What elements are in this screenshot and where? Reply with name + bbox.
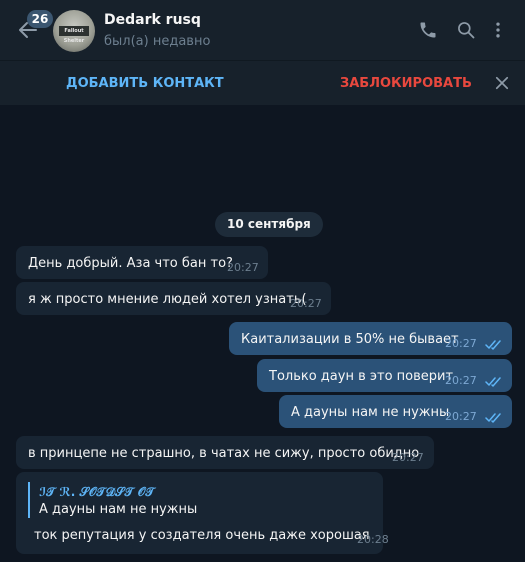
date-separator: 10 сентября: [215, 212, 323, 237]
contact-name[interactable]: Dedark rusq: [104, 12, 201, 28]
unread-count-badge: 26: [27, 10, 53, 28]
message-text: Каитализации в 50% не бывает: [241, 332, 459, 347]
more-vertical-icon[interactable]: [488, 20, 508, 40]
message-incoming[interactable]: в принцепе не страшно, в чатах не сижу, …: [16, 436, 434, 469]
message-text: ток репутация у создателя очень даже хор…: [34, 528, 370, 543]
quote-text: А дауны нам не нужны: [39, 502, 198, 517]
message-time: 20:27: [227, 261, 259, 274]
search-icon[interactable]: [456, 20, 476, 40]
message-time: 20:27: [445, 410, 477, 423]
message-outgoing[interactable]: Каитализации в 50% не бывает 20:27: [229, 322, 512, 355]
block-user-button[interactable]: ЗАБЛОКИРОВАТЬ: [340, 76, 472, 91]
contact-status: был(а) недавно: [104, 34, 211, 49]
double-check-icon: [485, 377, 501, 387]
message-incoming[interactable]: я ж просто мнение людей хотел узнать( 20…: [16, 282, 331, 315]
message-incoming[interactable]: День добрый. Аза что бан то? 20:27: [16, 246, 268, 279]
quote-author: ℐ𝒯 ℛ. 𝒮𝒪𝒯𝒟𝒮𝒯 𝒪𝒯: [39, 485, 155, 499]
message-time: 20:28: [357, 533, 389, 546]
message-text: Только даун в это поверит: [269, 369, 454, 384]
message-text: я ж просто мнение людей хотел узнать(: [28, 292, 307, 307]
message-text: в принцепе не страшно, в чатах не сижу, …: [28, 446, 420, 461]
double-check-icon: [485, 340, 501, 350]
chat-header: 26 Fallout Shelter Dedark rusq был(а) не…: [0, 0, 525, 61]
avatar[interactable]: Fallout Shelter: [53, 10, 95, 52]
message-text: А дауны нам не нужны: [291, 405, 450, 420]
message-time: 20:27: [392, 451, 424, 464]
message-time: 20:27: [445, 374, 477, 387]
avatar-logo: Fallout Shelter: [59, 26, 89, 44]
message-outgoing[interactable]: А дауны нам не нужны 20:27: [279, 395, 512, 428]
quoted-message[interactable]: ℐ𝒯 ℛ. 𝒮𝒪𝒯𝒟𝒮𝒯 𝒪𝒯 А дауны нам не нужны: [28, 482, 280, 518]
double-check-icon: [485, 413, 501, 423]
add-contact-button[interactable]: ДОБАВИТЬ КОНТАКТ: [66, 76, 224, 91]
message-time: 20:27: [290, 297, 322, 310]
phone-icon[interactable]: [418, 20, 438, 40]
message-text: День добрый. Аза что бан то?: [28, 256, 233, 271]
message-time: 20:27: [445, 337, 477, 350]
close-icon[interactable]: [493, 74, 511, 92]
message-outgoing[interactable]: Только даун в это поверит 20:27: [257, 359, 512, 392]
contact-action-bar: ДОБАВИТЬ КОНТАКТ ЗАБЛОКИРОВАТЬ: [0, 61, 525, 105]
message-incoming-reply[interactable]: ℐ𝒯 ℛ. 𝒮𝒪𝒯𝒟𝒮𝒯 𝒪𝒯 А дауны нам не нужны ток…: [16, 472, 389, 554]
